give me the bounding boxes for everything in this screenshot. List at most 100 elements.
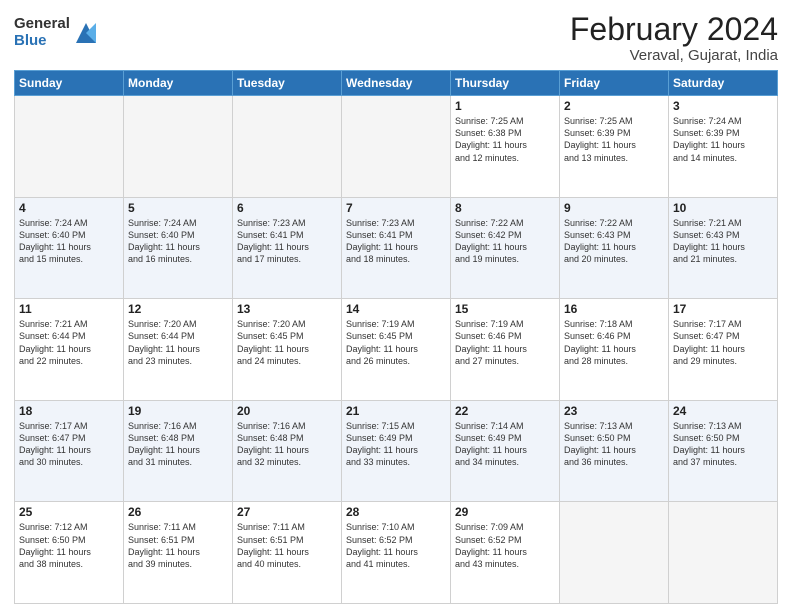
day-info: Sunrise: 7:11 AM Sunset: 6:51 PM Dayligh… — [128, 521, 228, 570]
logo: General Blue — [14, 16, 100, 49]
cell-4-2: 27 Sunrise: 7:11 AM Sunset: 6:51 PM Dayli… — [233, 502, 342, 604]
cell-1-1: 5 Sunrise: 7:24 AM Sunset: 6:40 PM Daylig… — [124, 197, 233, 299]
cell-2-5: 16 Sunrise: 7:18 AM Sunset: 6:46 PM Dayli… — [560, 299, 669, 401]
cell-3-6: 24 Sunrise: 7:13 AM Sunset: 6:50 PM Dayli… — [669, 400, 778, 502]
cell-1-0: 4Sunrise: 7:24 AM Sunset: 6:40 PM Daylig… — [15, 197, 124, 299]
logo-general: General — [14, 16, 70, 33]
day-info: Sunrise: 7:18 AM Sunset: 6:46 PM Dayligh… — [564, 318, 664, 367]
day-number: 26 — [128, 505, 228, 519]
cell-2-2: 13 Sunrise: 7:20 AM Sunset: 6:45 PM Dayli… — [233, 299, 342, 401]
cell-2-0: 11 Sunrise: 7:21 AM Sunset: 6:44 PM Dayli… — [15, 299, 124, 401]
day-info: Sunrise: 7:22 AM Sunset: 6:43 PM Dayligh… — [564, 217, 664, 266]
day-info: Sunrise: 7:16 AM Sunset: 6:48 PM Dayligh… — [237, 420, 337, 469]
cell-0-4: 1 Sunrise: 7:25 AM Sunset: 6:38 PM Daylig… — [451, 96, 560, 198]
cell-1-5: 9 Sunrise: 7:22 AM Sunset: 6:43 PM Daylig… — [560, 197, 669, 299]
day-number: 13 — [237, 302, 337, 316]
header-wednesday: Wednesday — [342, 71, 451, 96]
cell-0-3 — [342, 96, 451, 198]
cell-4-4: 29Sunrise: 7:09 AM Sunset: 6:52 PM Dayli… — [451, 502, 560, 604]
day-info: Sunrise: 7:25 AM Sunset: 6:38 PM Dayligh… — [455, 115, 555, 164]
day-number: 22 — [455, 404, 555, 418]
day-info: Sunrise: 7:17 AM Sunset: 6:47 PM Dayligh… — [19, 420, 119, 469]
day-info: Sunrise: 7:22 AM Sunset: 6:42 PM Dayligh… — [455, 217, 555, 266]
logo-blue: Blue — [14, 33, 70, 50]
day-info: Sunrise: 7:21 AM Sunset: 6:44 PM Dayligh… — [19, 318, 119, 367]
week-row-0: 1 Sunrise: 7:25 AM Sunset: 6:38 PM Daylig… — [15, 96, 778, 198]
days-header-row: Sunday Monday Tuesday Wednesday Thursday… — [15, 71, 778, 96]
cell-4-5 — [560, 502, 669, 604]
day-number: 14 — [346, 302, 446, 316]
cell-0-5: 2 Sunrise: 7:25 AM Sunset: 6:39 PM Daylig… — [560, 96, 669, 198]
day-info: Sunrise: 7:17 AM Sunset: 6:47 PM Dayligh… — [673, 318, 773, 367]
cell-2-6: 17Sunrise: 7:17 AM Sunset: 6:47 PM Dayli… — [669, 299, 778, 401]
day-number: 11 — [19, 302, 119, 316]
day-info: Sunrise: 7:15 AM Sunset: 6:49 PM Dayligh… — [346, 420, 446, 469]
day-info: Sunrise: 7:13 AM Sunset: 6:50 PM Dayligh… — [673, 420, 773, 469]
day-info: Sunrise: 7:16 AM Sunset: 6:48 PM Dayligh… — [128, 420, 228, 469]
cell-3-3: 21 Sunrise: 7:15 AM Sunset: 6:49 PM Dayli… — [342, 400, 451, 502]
day-number: 27 — [237, 505, 337, 519]
day-number: 15 — [455, 302, 555, 316]
day-info: Sunrise: 7:14 AM Sunset: 6:49 PM Dayligh… — [455, 420, 555, 469]
day-number: 2 — [564, 99, 664, 113]
day-info: Sunrise: 7:13 AM Sunset: 6:50 PM Dayligh… — [564, 420, 664, 469]
cell-1-3: 7 Sunrise: 7:23 AM Sunset: 6:41 PM Daylig… — [342, 197, 451, 299]
day-number: 9 — [564, 201, 664, 215]
day-number: 29 — [455, 505, 555, 519]
day-info: Sunrise: 7:12 AM Sunset: 6:50 PM Dayligh… — [19, 521, 119, 570]
day-number: 21 — [346, 404, 446, 418]
cell-4-3: 28Sunrise: 7:10 AM Sunset: 6:52 PM Dayli… — [342, 502, 451, 604]
day-number: 7 — [346, 201, 446, 215]
cell-1-6: 10Sunrise: 7:21 AM Sunset: 6:43 PM Dayli… — [669, 197, 778, 299]
day-info: Sunrise: 7:23 AM Sunset: 6:41 PM Dayligh… — [237, 217, 337, 266]
header-monday: Monday — [124, 71, 233, 96]
cell-0-2 — [233, 96, 342, 198]
day-info: Sunrise: 7:19 AM Sunset: 6:45 PM Dayligh… — [346, 318, 446, 367]
cell-0-1 — [124, 96, 233, 198]
cell-1-4: 8Sunrise: 7:22 AM Sunset: 6:42 PM Daylig… — [451, 197, 560, 299]
day-number: 20 — [237, 404, 337, 418]
title-area: February 2024 Veraval, Gujarat, India — [570, 12, 778, 64]
day-info: Sunrise: 7:20 AM Sunset: 6:44 PM Dayligh… — [128, 318, 228, 367]
day-info: Sunrise: 7:25 AM Sunset: 6:39 PM Dayligh… — [564, 115, 664, 164]
month-title: February 2024 — [570, 12, 778, 47]
cell-3-4: 22 Sunrise: 7:14 AM Sunset: 6:49 PM Dayli… — [451, 400, 560, 502]
header-friday: Friday — [560, 71, 669, 96]
day-info: Sunrise: 7:20 AM Sunset: 6:45 PM Dayligh… — [237, 318, 337, 367]
day-number: 18 — [19, 404, 119, 418]
cell-3-5: 23 Sunrise: 7:13 AM Sunset: 6:50 PM Dayli… — [560, 400, 669, 502]
header-tuesday: Tuesday — [233, 71, 342, 96]
day-info: Sunrise: 7:24 AM Sunset: 6:40 PM Dayligh… — [128, 217, 228, 266]
cell-3-1: 19 Sunrise: 7:16 AM Sunset: 6:48 PM Dayli… — [124, 400, 233, 502]
cell-4-1: 26 Sunrise: 7:11 AM Sunset: 6:51 PM Dayli… — [124, 502, 233, 604]
day-number: 23 — [564, 404, 664, 418]
day-info: Sunrise: 7:23 AM Sunset: 6:41 PM Dayligh… — [346, 217, 446, 266]
logo-text: General Blue — [14, 16, 70, 49]
page: General Blue February 2024 Veraval, Guja… — [0, 0, 792, 612]
day-info: Sunrise: 7:19 AM Sunset: 6:46 PM Dayligh… — [455, 318, 555, 367]
day-number: 4 — [19, 201, 119, 215]
day-number: 24 — [673, 404, 773, 418]
cell-1-2: 6 Sunrise: 7:23 AM Sunset: 6:41 PM Daylig… — [233, 197, 342, 299]
day-number: 1 — [455, 99, 555, 113]
day-number: 16 — [564, 302, 664, 316]
cell-2-3: 14 Sunrise: 7:19 AM Sunset: 6:45 PM Dayli… — [342, 299, 451, 401]
header-sunday: Sunday — [15, 71, 124, 96]
day-number: 6 — [237, 201, 337, 215]
day-number: 19 — [128, 404, 228, 418]
week-row-4: 25 Sunrise: 7:12 AM Sunset: 6:50 PM Dayli… — [15, 502, 778, 604]
cell-3-0: 18 Sunrise: 7:17 AM Sunset: 6:47 PM Dayli… — [15, 400, 124, 502]
cell-4-6 — [669, 502, 778, 604]
day-info: Sunrise: 7:11 AM Sunset: 6:51 PM Dayligh… — [237, 521, 337, 570]
day-info: Sunrise: 7:21 AM Sunset: 6:43 PM Dayligh… — [673, 217, 773, 266]
cell-2-4: 15 Sunrise: 7:19 AM Sunset: 6:46 PM Dayli… — [451, 299, 560, 401]
day-number: 12 — [128, 302, 228, 316]
week-row-3: 18 Sunrise: 7:17 AM Sunset: 6:47 PM Dayli… — [15, 400, 778, 502]
day-number: 5 — [128, 201, 228, 215]
cell-4-0: 25 Sunrise: 7:12 AM Sunset: 6:50 PM Dayli… — [15, 502, 124, 604]
location-title: Veraval, Gujarat, India — [570, 47, 778, 64]
week-row-2: 11 Sunrise: 7:21 AM Sunset: 6:44 PM Dayli… — [15, 299, 778, 401]
logo-icon — [72, 19, 100, 47]
week-row-1: 4 Sunrise: 7:24 AM Sunset: 6:40 PM Daylig… — [15, 197, 778, 299]
day-number: 25 — [19, 505, 119, 519]
